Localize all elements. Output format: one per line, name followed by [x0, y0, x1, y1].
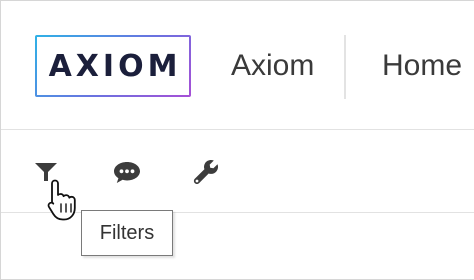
hand-pointer-cursor-icon: [47, 179, 76, 221]
filters-tooltip: Filters: [81, 210, 173, 256]
app-header: AXIOM Axiom Home: [1, 1, 474, 130]
axiom-logo[interactable]: AXIOM: [35, 35, 191, 97]
wrench-icon: [193, 159, 219, 184]
nav-divider: [344, 35, 346, 99]
comment-icon: [114, 162, 140, 183]
app-window: AXIOM Axiom Home Filters: [0, 0, 474, 280]
comments-button[interactable]: [111, 156, 143, 188]
logo-text: AXIOM: [48, 48, 182, 84]
settings-button[interactable]: [190, 156, 222, 188]
app-name: Axiom: [231, 49, 315, 82]
nav-item-home[interactable]: Home: [382, 49, 462, 83]
